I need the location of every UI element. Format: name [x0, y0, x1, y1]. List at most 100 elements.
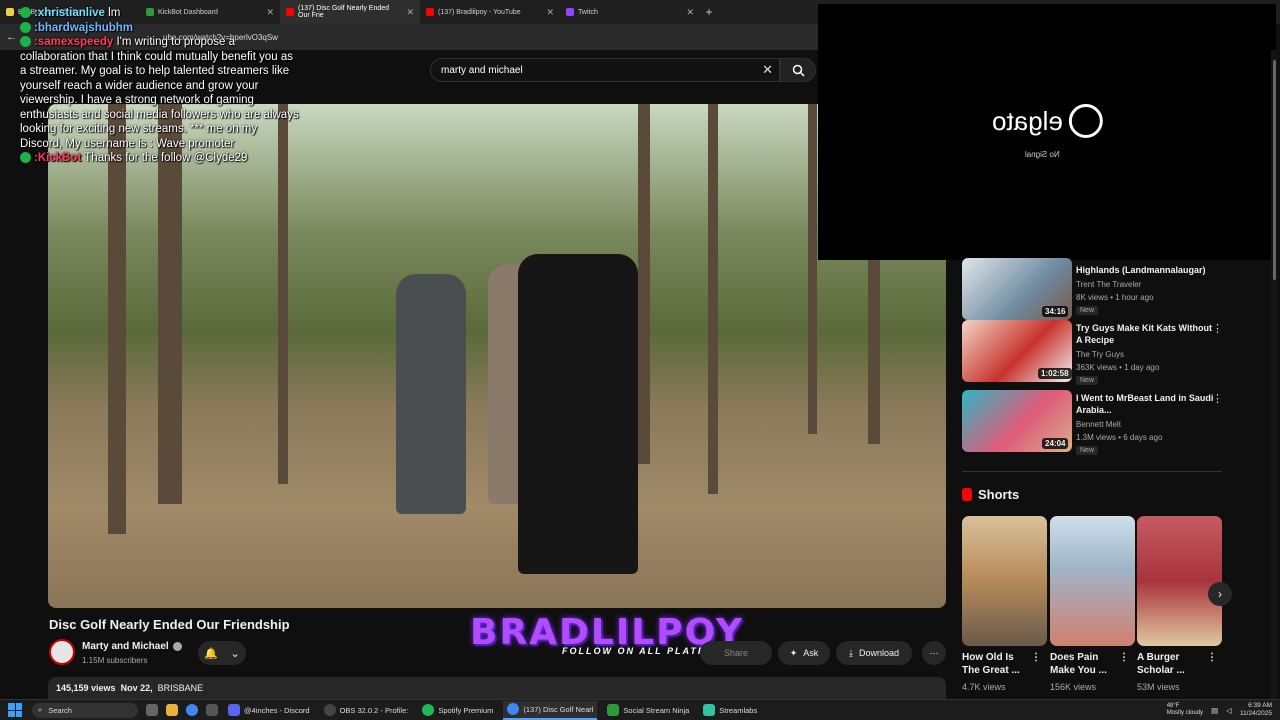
- short-thumbnail[interactable]: [962, 516, 1047, 646]
- channel-name[interactable]: The Try Guys: [1076, 350, 1124, 359]
- short-title[interactable]: How Old Is The Great ...: [962, 651, 1028, 677]
- volume-icon[interactable]: ◁: [1226, 706, 1232, 715]
- short-views: 4.7K views: [962, 682, 1006, 692]
- back-arrow-icon[interactable]: ←: [6, 31, 17, 43]
- channel-name[interactable]: Marty and Michael: [82, 641, 182, 652]
- taskbar-app-spotify[interactable]: Spotify Premium: [418, 701, 497, 720]
- video-duration: 34:16: [1042, 306, 1069, 317]
- tab-label: Twitch: [578, 8, 598, 16]
- close-icon[interactable]: ✕: [546, 7, 554, 18]
- kick-badge-icon: [20, 21, 31, 33]
- short-thumbnail[interactable]: [1137, 516, 1222, 646]
- video-duration: 1:02:58: [1038, 368, 1072, 379]
- share-button[interactable]: Share: [700, 641, 772, 665]
- channel-name-text: Marty and Michael: [82, 641, 169, 652]
- chat-message: :KickBot Thanks for the follow @Clyde29: [20, 151, 300, 166]
- search-input[interactable]: marty and michael ✕: [430, 58, 780, 82]
- kick-badge-icon: [20, 152, 31, 164]
- video-player[interactable]: [48, 104, 946, 608]
- download-button[interactable]: ⤓ Download: [836, 641, 912, 665]
- tab-label: (137) Bradlilpoy - YouTube: [438, 8, 521, 16]
- browser-tab-active[interactable]: (137) Disc Golf Nearly Ended Our Frie ✕: [280, 0, 420, 24]
- description-box[interactable]: 145,159 views Nov 22, BRISBANE: [48, 677, 946, 699]
- channel-name[interactable]: Bennett Melt: [1076, 420, 1121, 429]
- search-button[interactable]: [780, 58, 816, 82]
- tree: [708, 104, 718, 494]
- clock[interactable]: 6:39 AM 11/24/2025: [1240, 702, 1272, 718]
- new-badge: New: [1076, 376, 1099, 385]
- sparkle-icon: ✦: [789, 647, 798, 658]
- ask-button[interactable]: ✦ Ask: [778, 641, 830, 665]
- system-tray: 48°F Mostly cloudy ▤ ◁ 6:39 AM 11/24/2025: [1167, 702, 1272, 718]
- file-explorer-icon[interactable]: [166, 704, 178, 716]
- tree: [638, 104, 650, 464]
- network-icon[interactable]: ▤: [1211, 706, 1218, 715]
- video-title[interactable]: Highlands (Landmannalaugar): [1076, 264, 1216, 276]
- browser-tab[interactable]: Twitch ✕: [560, 0, 700, 24]
- taskbar-app-label: Streamlabs: [719, 705, 758, 715]
- close-icon[interactable]: ✕: [686, 7, 694, 18]
- shorts-next-button[interactable]: ›: [1208, 582, 1232, 606]
- app-icon[interactable]: [206, 704, 218, 716]
- more-options-icon[interactable]: ⋮: [1212, 392, 1223, 405]
- weather-widget[interactable]: 48°F Mostly cloudy: [1167, 703, 1203, 717]
- task-view-icon[interactable]: [146, 704, 158, 716]
- elgato-capture-panel: elgato No Signal: [818, 4, 1276, 260]
- chat-message: :bhardwajshubhm: [20, 21, 300, 36]
- notification-bell-button[interactable]: 🔔 ⌄: [198, 641, 246, 665]
- weather-temp: 48°F: [1166, 703, 1180, 709]
- short-menu-icon[interactable]: ⋮: [1119, 651, 1129, 664]
- taskbar-search-box[interactable]: ⌕ Search: [32, 702, 138, 718]
- no-signal-text: No Signal: [1025, 150, 1060, 159]
- new-tab-button[interactable]: +: [700, 5, 718, 19]
- shorts-icon: [962, 488, 972, 501]
- taskbar-app-streamlabs[interactable]: Streamlabs: [699, 701, 761, 720]
- new-badge: New: [1076, 446, 1099, 455]
- video-duration: 24:04: [1042, 438, 1069, 449]
- weather-desc: Mostly cloudy: [1166, 710, 1204, 716]
- video-title: Disc Golf Nearly Ended Our Friendship: [49, 617, 290, 632]
- taskbar-app-social-stream[interactable]: Social Stream Ninja: [603, 701, 693, 720]
- recommended-video[interactable]: 1:02:58 Try Guys Make Kit Kats Without A…: [962, 320, 1223, 385]
- chrome-icon[interactable]: [186, 704, 198, 716]
- elgato-logo: elgato: [992, 104, 1103, 138]
- share-label: Share: [723, 648, 749, 658]
- clear-search-icon[interactable]: ✕: [762, 62, 773, 78]
- stream-chat-overlay: :xhristianlive lm :bhardwajshubhm :samex…: [20, 6, 300, 166]
- more-options-icon[interactable]: ⋮: [1212, 322, 1223, 335]
- verified-icon: [172, 641, 182, 651]
- windows-taskbar: ⌕ Search @4inches - Discord OBS 32.0.2 - …: [0, 699, 1280, 720]
- channel-avatar[interactable]: [49, 639, 75, 665]
- short-thumbnail[interactable]: [1050, 516, 1135, 646]
- video-title[interactable]: Try Guys Make Kit Kats Without A Recipe: [1076, 322, 1216, 346]
- search-query: marty and michael: [441, 65, 523, 76]
- browser-tab[interactable]: (137) Bradlilpoy - YouTube ✕: [420, 0, 560, 24]
- shorts-header: Shorts: [962, 487, 1019, 502]
- video-title[interactable]: I Went to MrBeast Land in Saudi Arabia..…: [1076, 392, 1216, 416]
- short-menu-icon[interactable]: ⋮: [1207, 651, 1217, 664]
- close-icon[interactable]: ✕: [406, 7, 414, 18]
- chat-username: :KickBot: [34, 152, 82, 164]
- channel-name[interactable]: Trent The Traveler: [1076, 280, 1141, 289]
- short-title[interactable]: Does Pain Make You ...: [1050, 651, 1116, 677]
- taskbar-app-discord[interactable]: @4inches - Discord: [224, 701, 314, 720]
- chat-text: I'm writing to propose a collaboration t…: [20, 36, 299, 150]
- short-views: 53M views: [1137, 682, 1180, 692]
- taskbar-app-chrome[interactable]: (137) Disc Golf Nearl: [503, 700, 598, 720]
- twitch-favicon-icon: [566, 8, 574, 16]
- kick-badge-icon: [20, 7, 31, 19]
- chat-username: :bhardwajshubhm: [34, 21, 134, 34]
- more-actions-button[interactable]: ⋯: [922, 641, 946, 665]
- short-views: 156K views: [1050, 682, 1097, 692]
- short-menu-icon[interactable]: ⋮: [1031, 651, 1041, 664]
- taskbar-app-obs[interactable]: OBS 32.0.2 - Profile:: [320, 701, 413, 720]
- recommended-video[interactable]: 34:16 Highlands (Landmannalaugar) Trent …: [962, 258, 1222, 322]
- windows-start-icon[interactable]: [8, 703, 22, 717]
- taskbar-app-label: OBS 32.0.2 - Profile:: [339, 705, 409, 715]
- recommended-video[interactable]: 24:04 I Went to MrBeast Land in Saudi Ar…: [962, 390, 1223, 455]
- clock-date: 11/24/2025: [1239, 710, 1272, 717]
- shorts-title: Shorts: [978, 487, 1020, 502]
- short-title[interactable]: A Burger Scholar ...: [1137, 651, 1203, 677]
- scrollbar-thumb[interactable]: [1273, 60, 1276, 280]
- chat-message: :xhristianlive lm: [20, 6, 300, 21]
